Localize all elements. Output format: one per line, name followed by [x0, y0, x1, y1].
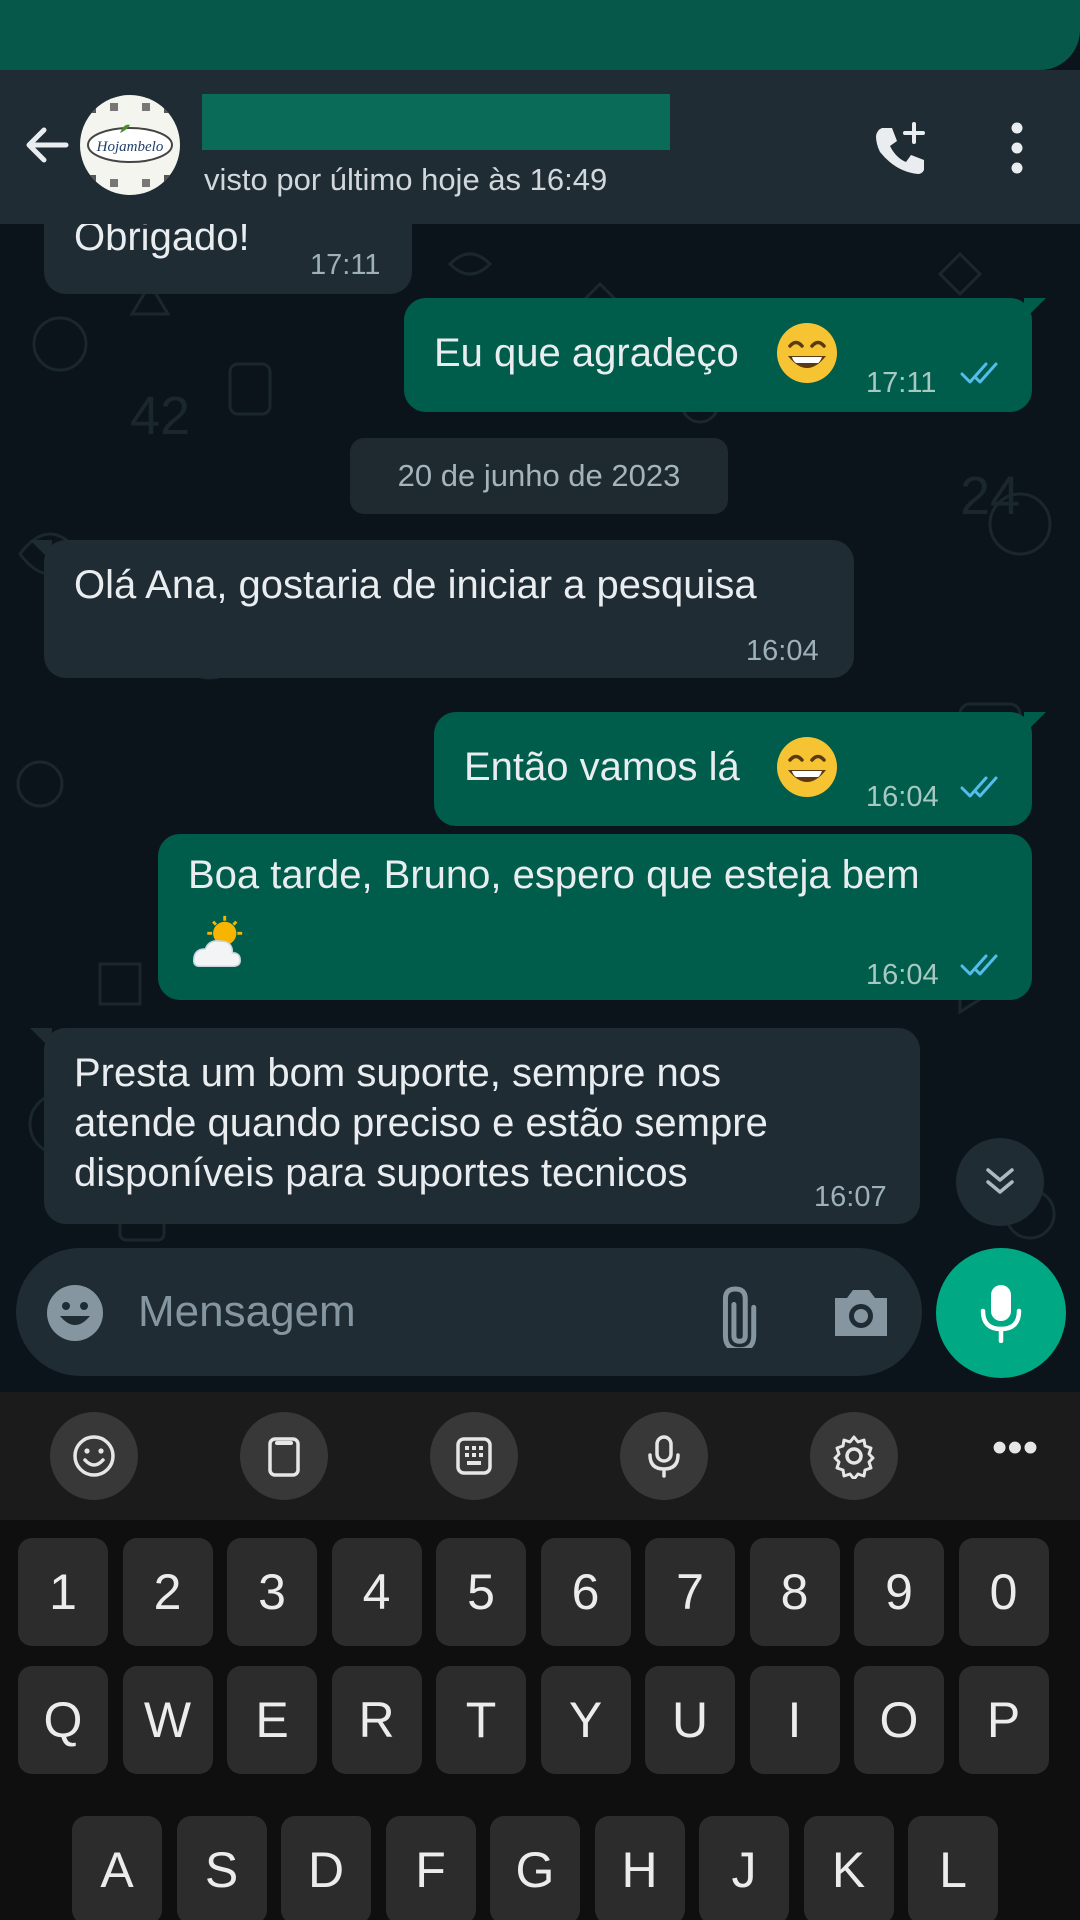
- clipboard-icon[interactable]: [240, 1412, 328, 1500]
- key-e[interactable]: E: [227, 1666, 317, 1774]
- message-incoming[interactable]: Obrigado! 17:11: [44, 224, 412, 294]
- key-w[interactable]: W: [122, 1666, 213, 1774]
- key-o[interactable]: O: [854, 1666, 944, 1774]
- keypad-icon[interactable]: [430, 1412, 518, 1500]
- keyboard-mic-icon[interactable]: [620, 1412, 708, 1500]
- svg-text:24: 24: [960, 466, 1020, 526]
- message-time: 17:11: [866, 367, 937, 399]
- chat-area[interactable]: 42 24 Obrigado! 17:11 Eu que agradeço 17…: [0, 224, 1080, 1392]
- key-8[interactable]: 8: [749, 1538, 840, 1646]
- key-1[interactable]: 1: [18, 1538, 108, 1646]
- read-receipt-icon: [960, 776, 998, 798]
- key-g[interactable]: G: [490, 1816, 580, 1920]
- message-time: 16:07: [814, 1181, 887, 1213]
- key-6[interactable]: 6: [540, 1538, 631, 1646]
- date-divider: 20 de junho de 2023: [350, 438, 728, 514]
- contact-name-redacted[interactable]: [202, 94, 670, 150]
- message-text-line: Presta um bom suporte, sempre nos: [74, 1051, 721, 1095]
- settings-icon[interactable]: [810, 1412, 898, 1500]
- key-t[interactable]: T: [436, 1666, 526, 1774]
- message-incoming[interactable]: Presta um bom suporte, sempre nos atende…: [30, 1028, 920, 1224]
- message-composer: [16, 1248, 922, 1376]
- key-2[interactable]: 2: [122, 1538, 213, 1646]
- key-j[interactable]: J: [699, 1816, 789, 1920]
- camera-icon[interactable]: [831, 1284, 891, 1340]
- message-time: 17:11: [310, 249, 381, 281]
- sun-behind-cloud-emoji: [192, 915, 243, 968]
- message-outgoing[interactable]: Então vamos lá 16:04: [434, 712, 1046, 826]
- soft-keyboard: 1234567890 QWERTYUIOP ASDFGHJKL: [0, 1520, 1080, 1920]
- more-icon[interactable]: •••: [980, 1426, 1050, 1484]
- read-receipt-icon: [960, 954, 998, 976]
- key-l[interactable]: L: [908, 1816, 998, 1920]
- message-text-line: disponíveis para suportes tecnicos: [74, 1151, 688, 1195]
- mic-icon: [980, 1285, 1022, 1343]
- attach-icon[interactable]: [706, 1278, 776, 1348]
- message-text-line: atende quando preciso e estão sempre: [74, 1101, 768, 1145]
- scroll-to-bottom-button[interactable]: [956, 1138, 1044, 1226]
- message-text: Olá Ana, gostaria de iniciar a pesquisa: [74, 563, 757, 607]
- read-receipt-icon: [960, 362, 998, 384]
- key-i[interactable]: I: [749, 1666, 840, 1774]
- key-u[interactable]: U: [645, 1666, 735, 1774]
- key-r[interactable]: R: [331, 1666, 422, 1774]
- keyboard-emoji-icon[interactable]: [50, 1412, 138, 1500]
- key-h[interactable]: H: [594, 1816, 685, 1920]
- message-text: Obrigado!: [74, 224, 250, 259]
- key-d[interactable]: D: [281, 1816, 371, 1920]
- message-incoming[interactable]: Olá Ana, gostaria de iniciar a pesquisa …: [30, 540, 854, 678]
- contact-avatar[interactable]: Hojambelo: [80, 95, 180, 195]
- message-outgoing[interactable]: Boa tarde, Bruno, espero que esteja bem …: [158, 834, 1032, 1000]
- last-seen-status: visto por último hoje às 16:49: [204, 162, 608, 197]
- key-q[interactable]: Q: [18, 1666, 108, 1774]
- key-5[interactable]: 5: [436, 1538, 526, 1646]
- grinning-face-emoji: [777, 323, 837, 383]
- emoji-icon[interactable]: [44, 1282, 106, 1344]
- chat-header: Hojambelo visto por último hoje às 16:49: [0, 70, 1080, 224]
- add-call-icon[interactable]: [870, 120, 930, 180]
- key-y[interactable]: Y: [540, 1666, 631, 1774]
- message-outgoing[interactable]: Eu que agradeço 17:11: [404, 298, 1046, 412]
- more-vert-icon[interactable]: [1000, 120, 1034, 176]
- key-0[interactable]: 0: [958, 1538, 1049, 1646]
- message-input[interactable]: [138, 1284, 698, 1340]
- key-4[interactable]: 4: [331, 1538, 422, 1646]
- status-bar: [0, 0, 1080, 70]
- voice-record-button[interactable]: [936, 1248, 1066, 1378]
- back-arrow-icon[interactable]: [22, 120, 72, 170]
- key-k[interactable]: K: [803, 1816, 894, 1920]
- double-chevron-down-icon: [986, 1168, 1014, 1194]
- message-time: 16:04: [746, 635, 819, 667]
- keyboard-toolbar: •••: [0, 1392, 1080, 1520]
- key-a[interactable]: A: [72, 1816, 162, 1920]
- message-text: Então vamos lá: [464, 745, 740, 789]
- message-text: Eu que agradeço: [434, 331, 739, 375]
- grinning-face-emoji: [777, 737, 837, 797]
- avatar-logo-text: Hojambelo: [96, 139, 164, 155]
- key-3[interactable]: 3: [227, 1538, 317, 1646]
- key-9[interactable]: 9: [854, 1538, 944, 1646]
- message-time: 16:04: [866, 959, 939, 991]
- key-7[interactable]: 7: [645, 1538, 735, 1646]
- key-s[interactable]: S: [176, 1816, 267, 1920]
- key-f[interactable]: F: [385, 1816, 476, 1920]
- message-text: Boa tarde, Bruno, espero que esteja bem: [188, 853, 920, 897]
- key-p[interactable]: P: [958, 1666, 1049, 1774]
- svg-text:42: 42: [130, 386, 190, 446]
- message-time: 16:04: [866, 781, 939, 813]
